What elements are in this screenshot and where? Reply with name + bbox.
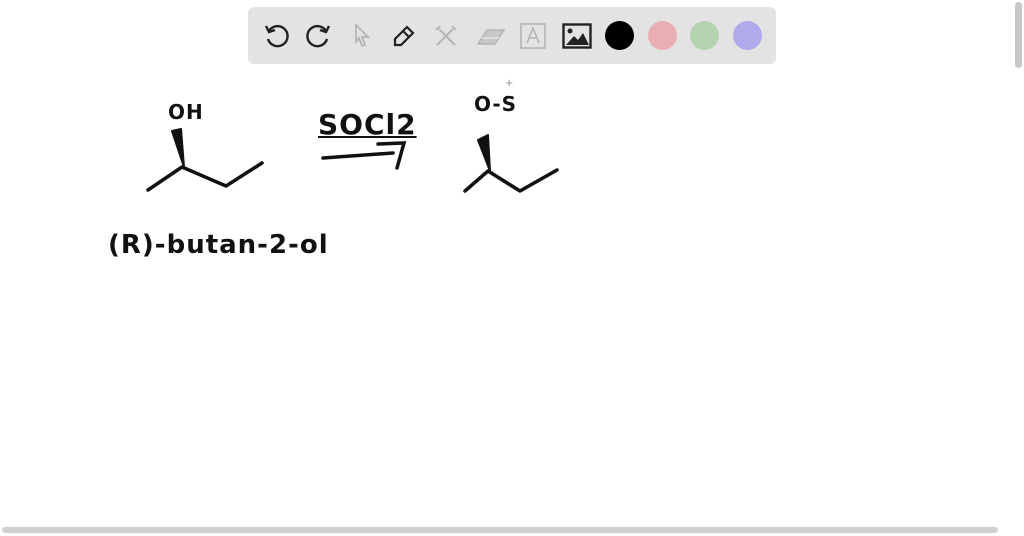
drawing-canvas[interactable]: + xyxy=(0,0,1024,536)
horizontal-scrollbar[interactable] xyxy=(2,527,998,533)
reaction-arrow xyxy=(321,141,407,170)
product-group-label: O-S xyxy=(474,92,518,116)
reactant-oh-label: OH xyxy=(168,100,204,124)
vertical-scrollbar[interactable] xyxy=(1015,2,1022,68)
cursor-crosshair: + xyxy=(505,78,513,89)
product-structure xyxy=(463,134,559,193)
reactant-structure xyxy=(146,128,264,192)
reagent-label: SOCl2 xyxy=(318,108,417,141)
reactant-name-label: (R)-butan-2-ol xyxy=(108,230,329,260)
